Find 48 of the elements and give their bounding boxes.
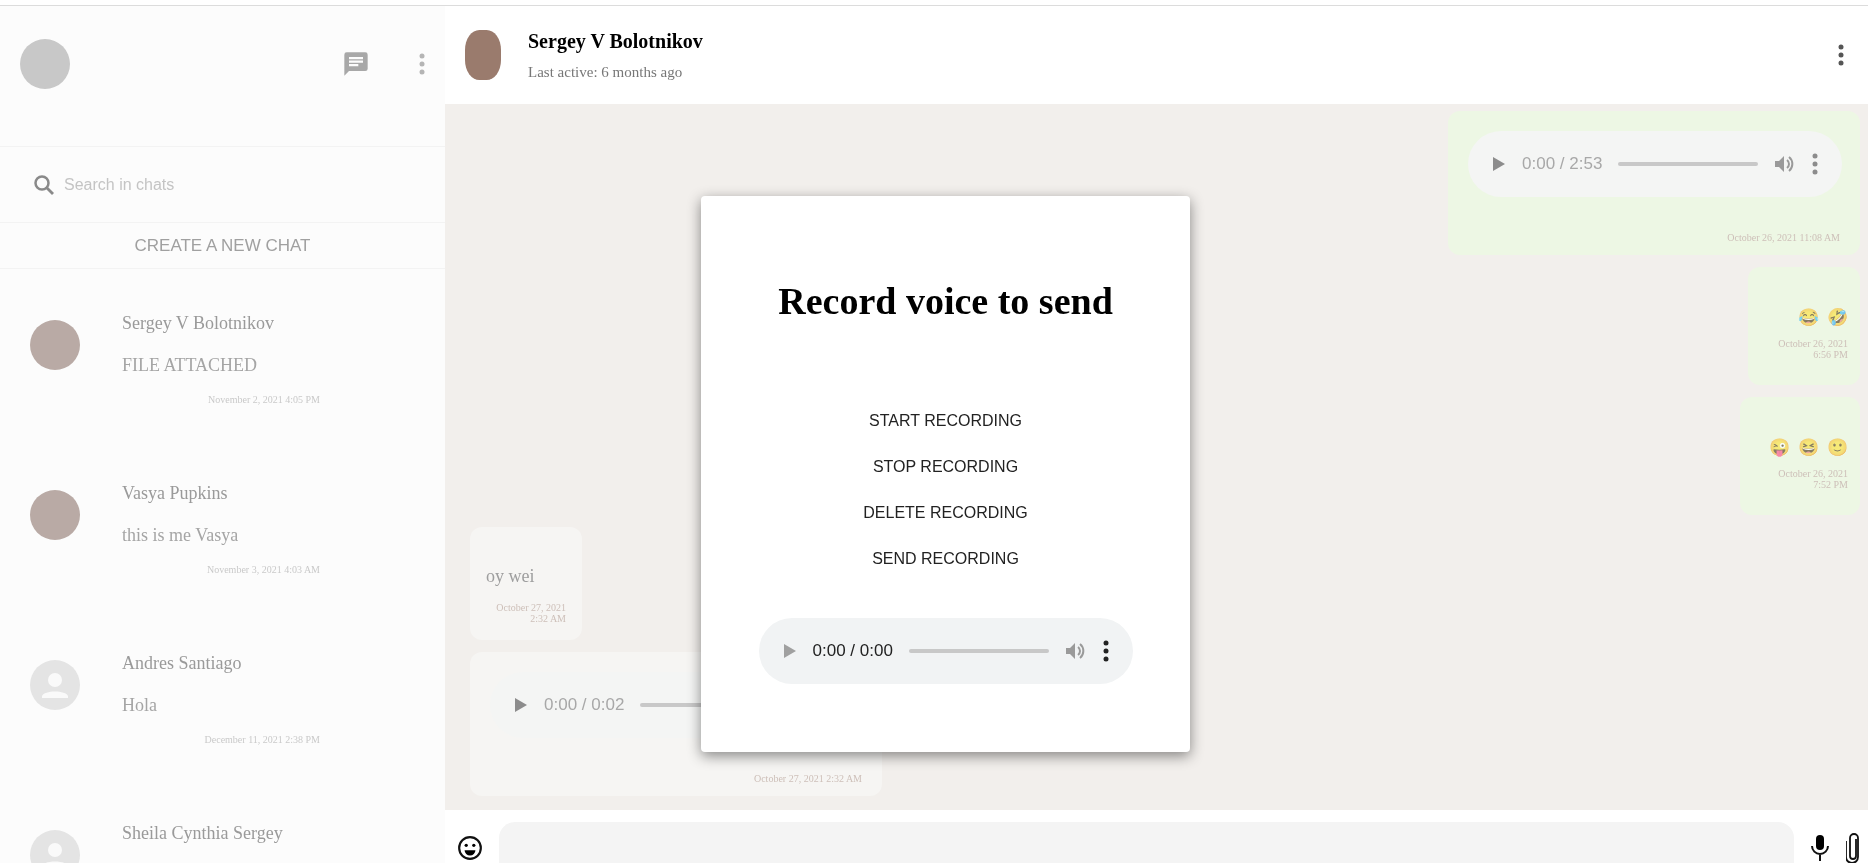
search-icon bbox=[32, 172, 56, 197]
microphone-icon[interactable] bbox=[1810, 834, 1830, 862]
audio-time: 0:00 / 2:53 bbox=[1522, 153, 1603, 176]
progress-track[interactable] bbox=[1618, 162, 1758, 166]
emoji: 😂 bbox=[1798, 309, 1819, 326]
volume-icon[interactable] bbox=[1774, 154, 1796, 174]
chat-name: Sergey V Bolotnikov bbox=[122, 312, 275, 334]
dialog-title: Record voice to send bbox=[778, 282, 1113, 320]
recording-button[interactable]: DELETE RECORDING bbox=[851, 496, 1040, 530]
recording-button[interactable]: SEND RECORDING bbox=[860, 542, 1031, 576]
play-icon[interactable] bbox=[1492, 156, 1506, 172]
play-icon[interactable] bbox=[782, 643, 797, 659]
emoji: 😆 bbox=[1798, 439, 1819, 456]
chat-list-item[interactable]: Sheila Cynthia Sergey bbox=[0, 822, 445, 863]
emoji: 🤣 bbox=[1827, 309, 1848, 326]
chat-preview: Hola bbox=[122, 694, 158, 716]
audio-player[interactable]: 0:00 / 2:53 bbox=[1468, 131, 1842, 197]
emoji: 🙂 bbox=[1827, 439, 1848, 456]
search-input[interactable]: Search in chats bbox=[64, 172, 364, 197]
audio-player[interactable]: 0:00 / 0:00 bbox=[758, 618, 1133, 684]
chat-preview: this is me Vasya bbox=[122, 524, 240, 546]
default-avatar-icon bbox=[30, 660, 80, 710]
emoji-icon[interactable] bbox=[457, 835, 483, 861]
more-icon[interactable] bbox=[1838, 44, 1844, 66]
chat-preview: FILE ATTACHED bbox=[122, 354, 259, 376]
more-icon[interactable] bbox=[1102, 640, 1109, 662]
play-icon[interactable] bbox=[514, 697, 528, 713]
recording-button[interactable]: STOP RECORDING bbox=[860, 450, 1031, 484]
avatar-photo-placeholder bbox=[30, 320, 80, 370]
chat-name: Vasya Pupkins bbox=[122, 482, 229, 504]
profile-photo-placeholder[interactable] bbox=[20, 39, 70, 89]
contact-photo-placeholder[interactable] bbox=[465, 30, 501, 80]
volume-icon[interactable] bbox=[1064, 641, 1087, 661]
message-text: oy wei bbox=[486, 565, 536, 588]
paperclip-icon[interactable] bbox=[1846, 833, 1860, 863]
audio-time: 0:00 / 0:02 bbox=[544, 694, 625, 717]
chat-name: Sheila Cynthia Sergey bbox=[122, 822, 284, 844]
progress-track[interactable] bbox=[908, 649, 1049, 653]
recording-button[interactable]: START RECORDING bbox=[857, 404, 1034, 438]
create-chat-button[interactable]: CREATE A NEW CHAT bbox=[0, 223, 445, 269]
avatar-photo-placeholder bbox=[30, 490, 80, 540]
new-chat-icon[interactable] bbox=[342, 50, 370, 78]
audio-time: 0:00 / 0:00 bbox=[812, 640, 893, 663]
contact-name: Sergey V Bolotnikov bbox=[528, 30, 703, 51]
emoji: 😜 bbox=[1769, 439, 1790, 456]
chat-name: Andres Santiago bbox=[122, 652, 243, 674]
search-field[interactable]: Search in chats bbox=[0, 147, 445, 223]
last-active-status: Last active: 6 months ago bbox=[528, 64, 684, 80]
